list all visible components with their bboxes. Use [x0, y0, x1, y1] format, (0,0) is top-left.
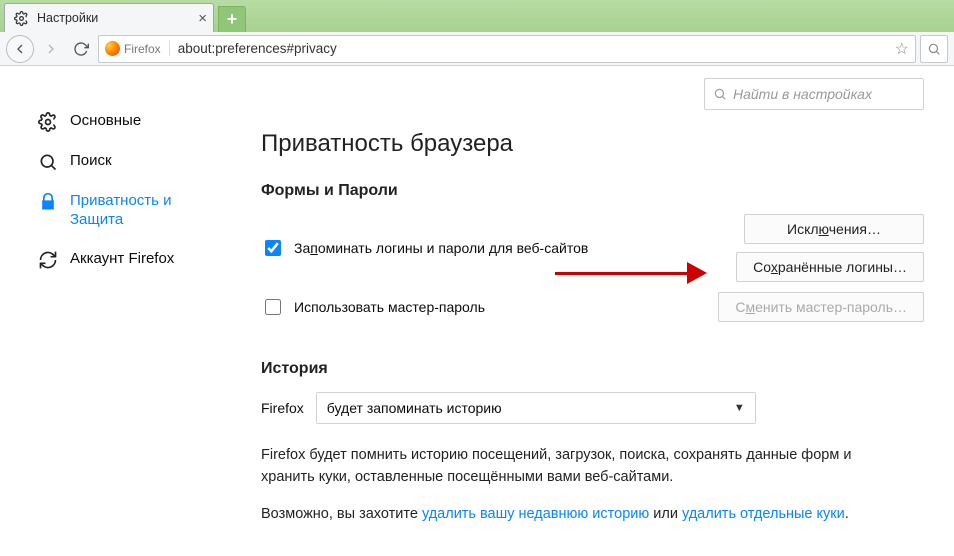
url-text: about:preferences#privacy: [178, 41, 887, 56]
section-history-heading: История: [261, 360, 924, 378]
find-placeholder: Найти в настройках: [733, 86, 872, 102]
sidebar-item-search[interactable]: Поиск: [30, 142, 225, 182]
bookmark-star-icon[interactable]: ☆: [895, 39, 909, 59]
identity-block[interactable]: Firefox: [105, 41, 170, 56]
sidebar-item-general[interactable]: Основные: [30, 102, 225, 142]
master-password-row: Использовать мастер-пароль Сменить масте…: [261, 292, 924, 322]
tab-strip: Настройки × +: [0, 0, 954, 32]
history-label: Firefox: [261, 400, 304, 416]
clear-recent-history-link[interactable]: удалить вашу недавнюю историю: [422, 506, 649, 522]
chevron-down-icon: ▼: [734, 402, 745, 414]
use-master-password-checkbox[interactable]: Использовать мастер-пароль: [261, 296, 485, 318]
browser-tab-settings[interactable]: Настройки ×: [4, 3, 214, 32]
sidebar-item-label: Поиск: [70, 152, 112, 171]
history-mode-row: Firefox будет запоминать историю ▼: [261, 392, 924, 424]
remember-logins-checkbox[interactable]: Запоминать логины и пароли для веб-сайто…: [261, 237, 588, 259]
gear-icon: [38, 112, 58, 132]
history-mode-select[interactable]: будет запоминать историю ▼: [316, 392, 756, 424]
tab-title: Настройки: [37, 11, 98, 25]
find-in-preferences[interactable]: Найти в настройках: [704, 78, 924, 110]
preferences-page: Основные Поиск Приватность и Защита Акка…: [0, 66, 954, 556]
section-forms-heading: Формы и Пароли: [261, 182, 924, 200]
nav-toolbar: Firefox about:preferences#privacy ☆: [0, 32, 954, 66]
firefox-icon: [105, 41, 120, 56]
search-icon: [713, 87, 727, 101]
change-master-password-button: Сменить мастер-пароль…: [718, 292, 924, 322]
sidebar-item-label: Аккаунт Firefox: [70, 250, 174, 269]
back-button[interactable]: [6, 35, 34, 63]
saved-logins-button[interactable]: Сохранённые логины…: [736, 252, 924, 282]
preferences-sidebar: Основные Поиск Приватность и Защита Акка…: [0, 66, 225, 556]
exceptions-button[interactable]: Исключения…: [744, 214, 924, 244]
identity-label: Firefox: [124, 42, 161, 56]
remove-cookies-link[interactable]: удалить отдельные куки: [682, 506, 845, 522]
sidebar-item-account[interactable]: Аккаунт Firefox: [30, 240, 225, 280]
use-master-password-label: Использовать мастер-пароль: [294, 299, 485, 315]
search-bar[interactable]: [920, 35, 948, 63]
remember-logins-label: Запоминать логины и пароли для веб-сайто…: [294, 240, 588, 256]
sidebar-item-label: Основные: [70, 112, 141, 131]
history-mode-value: будет запоминать историю: [327, 400, 502, 416]
remember-logins-row: Запоминать логины и пароли для веб-сайто…: [261, 214, 924, 282]
remember-logins-input[interactable]: [265, 240, 281, 256]
use-master-password-input[interactable]: [265, 299, 281, 315]
gear-icon: [11, 8, 31, 28]
preferences-main: Найти в настройках Приватность браузера …: [225, 66, 954, 556]
sidebar-item-label: Приватность и Защита: [70, 192, 217, 230]
forward-button[interactable]: [38, 36, 64, 62]
reload-button[interactable]: [68, 36, 94, 62]
history-desc-1: Firefox будет помнить историю посещений,…: [261, 444, 901, 489]
url-bar[interactable]: Firefox about:preferences#privacy ☆: [98, 35, 916, 63]
lock-icon: [38, 192, 58, 212]
close-icon[interactable]: ×: [198, 11, 207, 26]
history-desc-2: Возможно, вы захотите удалить вашу недав…: [261, 503, 901, 525]
sync-icon: [38, 250, 58, 270]
sidebar-item-privacy[interactable]: Приватность и Защита: [30, 182, 225, 240]
search-icon: [38, 152, 58, 172]
new-tab-button[interactable]: +: [218, 6, 246, 32]
page-title: Приватность браузера: [261, 130, 924, 158]
